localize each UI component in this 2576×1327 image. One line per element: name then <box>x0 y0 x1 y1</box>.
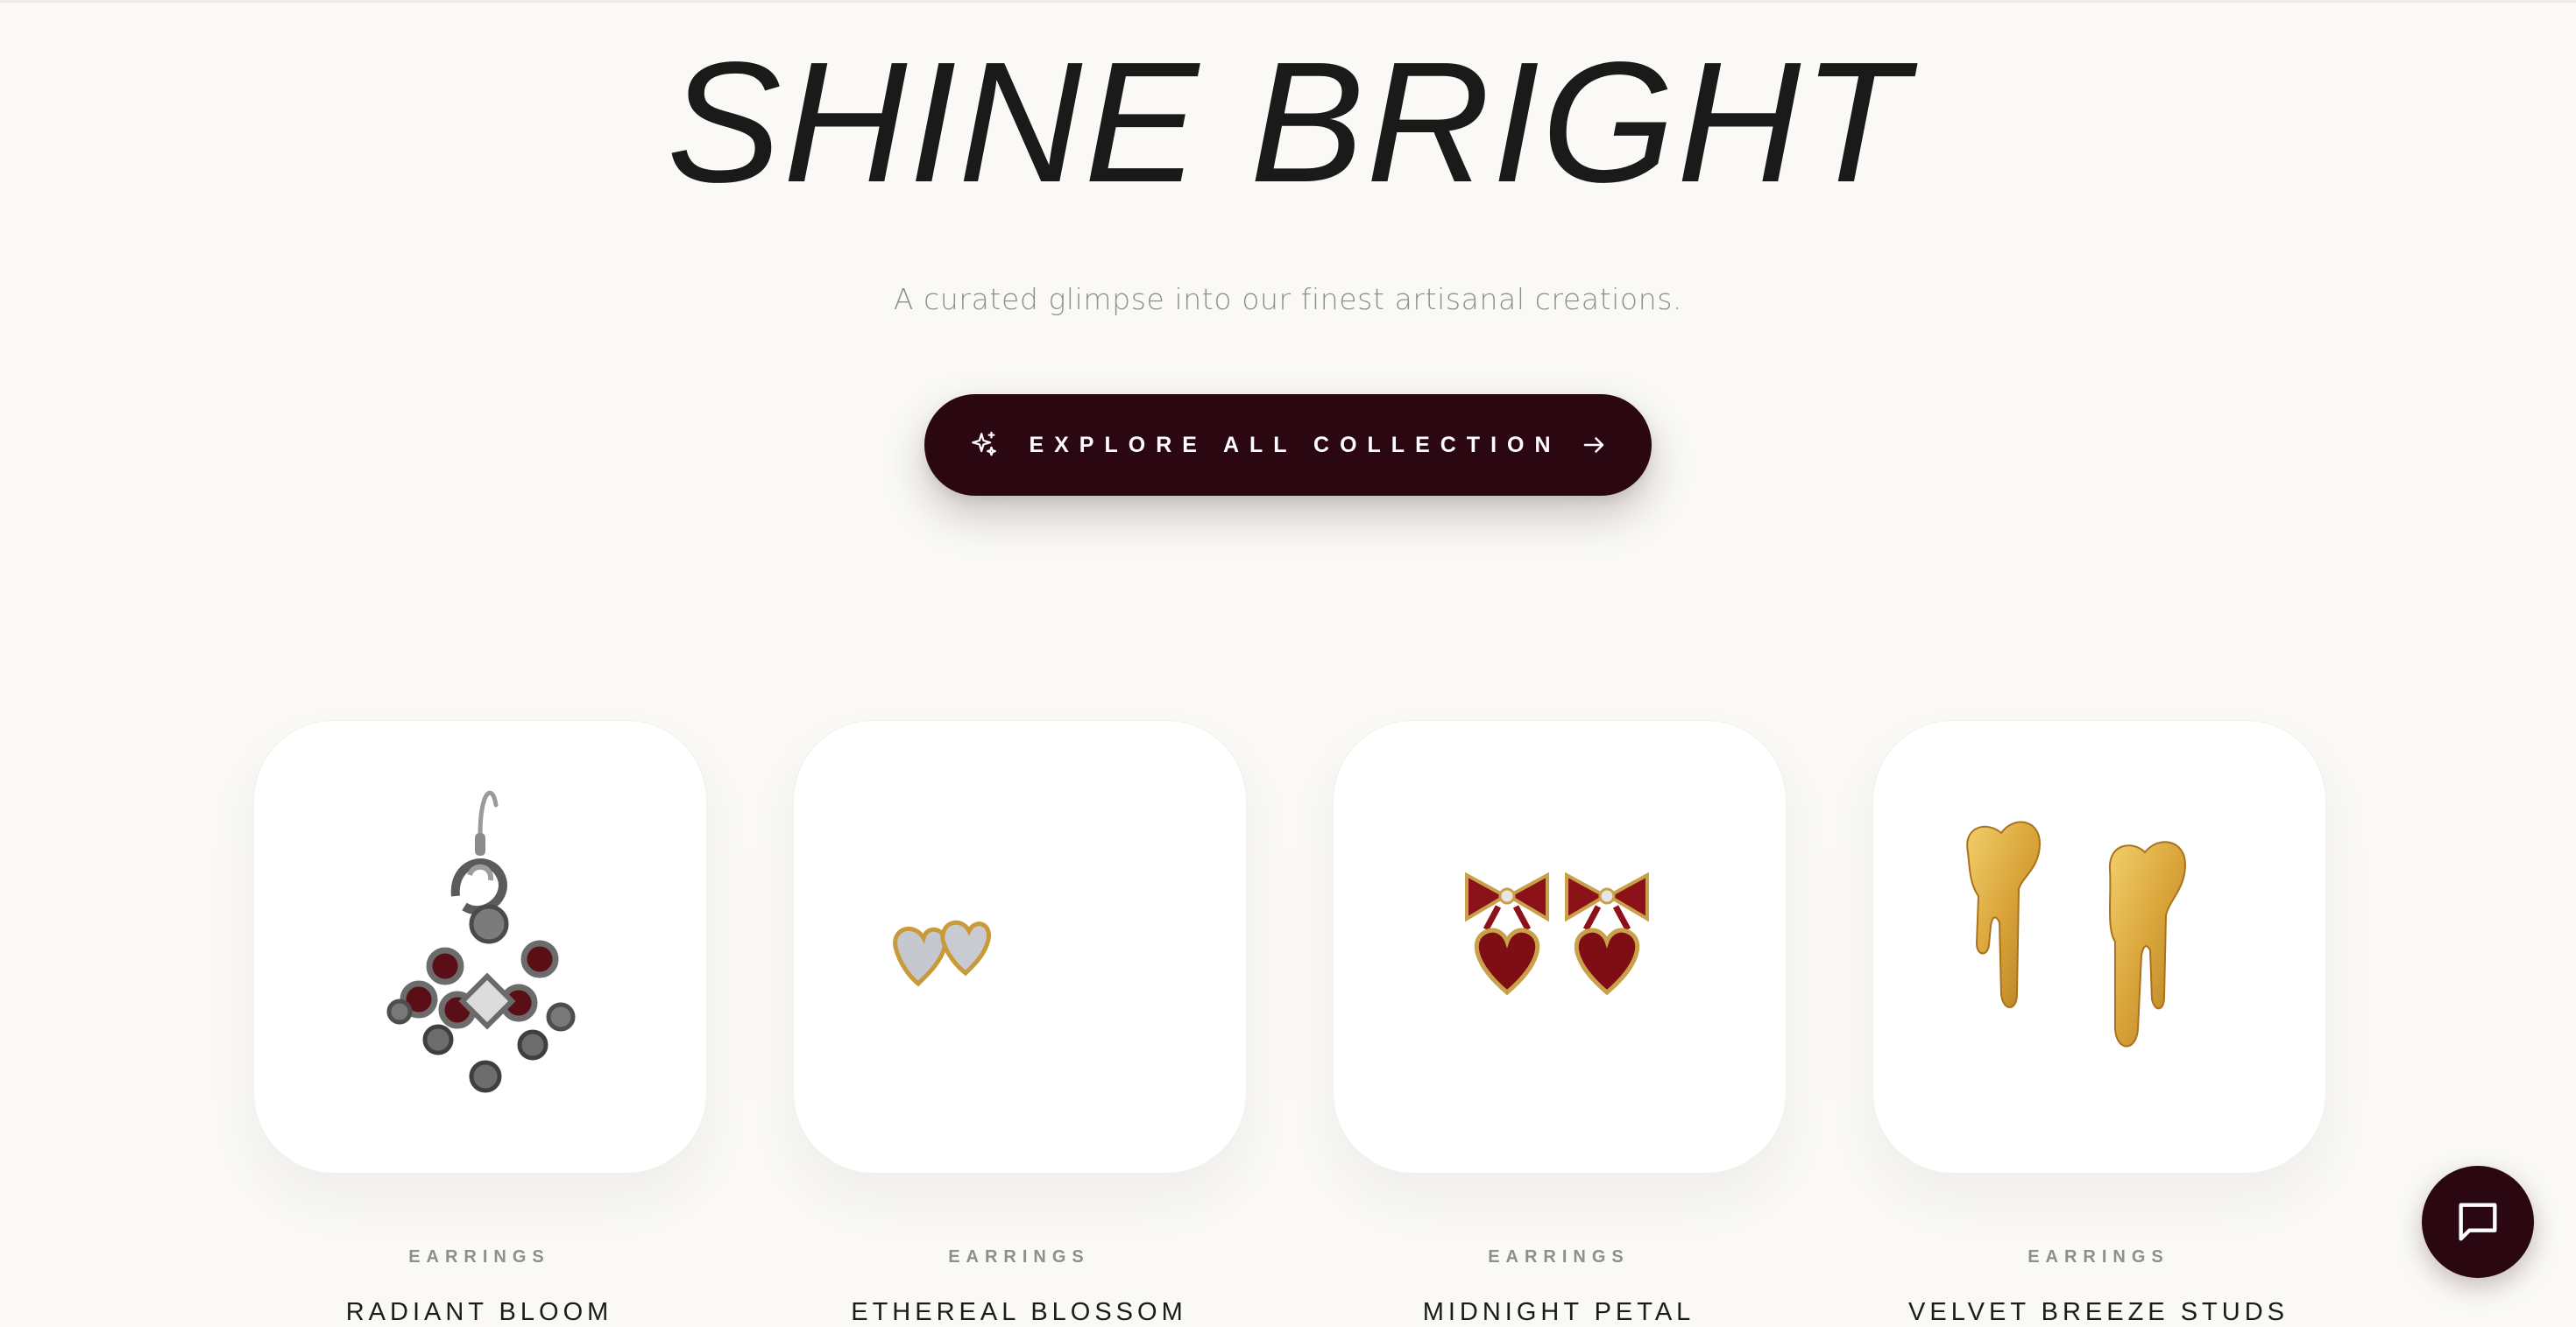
product-image-radiant-bloom <box>386 790 576 1093</box>
product-name[interactable]: ETHEREAL BLOSSOM <box>793 1298 1245 1327</box>
product-name[interactable]: MIDNIGHT PETAL <box>1333 1298 1785 1327</box>
product-name[interactable]: VELVET BREEZE STUDS <box>1872 1298 2325 1327</box>
product-image-midnight-petal <box>1465 872 1649 996</box>
product-category: EARRINGS <box>948 1247 1090 1267</box>
sparkle-icon <box>969 430 999 460</box>
header-divider <box>0 0 2576 3</box>
hero-title: SHINE BRIGHT <box>667 26 1909 218</box>
product-category: EARRINGS <box>2028 1247 2169 1267</box>
product-category: EARRINGS <box>408 1247 550 1267</box>
hero-subtitle: A curated glimpse into our finest artisa… <box>893 282 1683 316</box>
product-card-ethereal-blossom[interactable] <box>793 720 1247 1174</box>
product-card-radiant-bloom[interactable] <box>253 720 707 1174</box>
chat-bubble-icon <box>2452 1196 2503 1247</box>
chat-button[interactable] <box>2422 1166 2534 1278</box>
product-category: EARRINGS <box>1488 1247 1630 1267</box>
product-card-velvet-breeze-studs[interactable] <box>1872 720 2326 1174</box>
cta-label: EXPLORE ALL COLLECTION <box>1029 432 1561 457</box>
product-image-velvet-breeze-studs <box>1966 821 2187 1048</box>
explore-all-collection-button[interactable]: EXPLORE ALL COLLECTION <box>924 394 1652 496</box>
product-name[interactable]: RADIANT BLOOM <box>253 1298 705 1327</box>
arrow-right-icon <box>1581 432 1607 458</box>
product-image-ethereal-blossom <box>893 920 991 987</box>
product-card-midnight-petal[interactable] <box>1333 720 1787 1174</box>
